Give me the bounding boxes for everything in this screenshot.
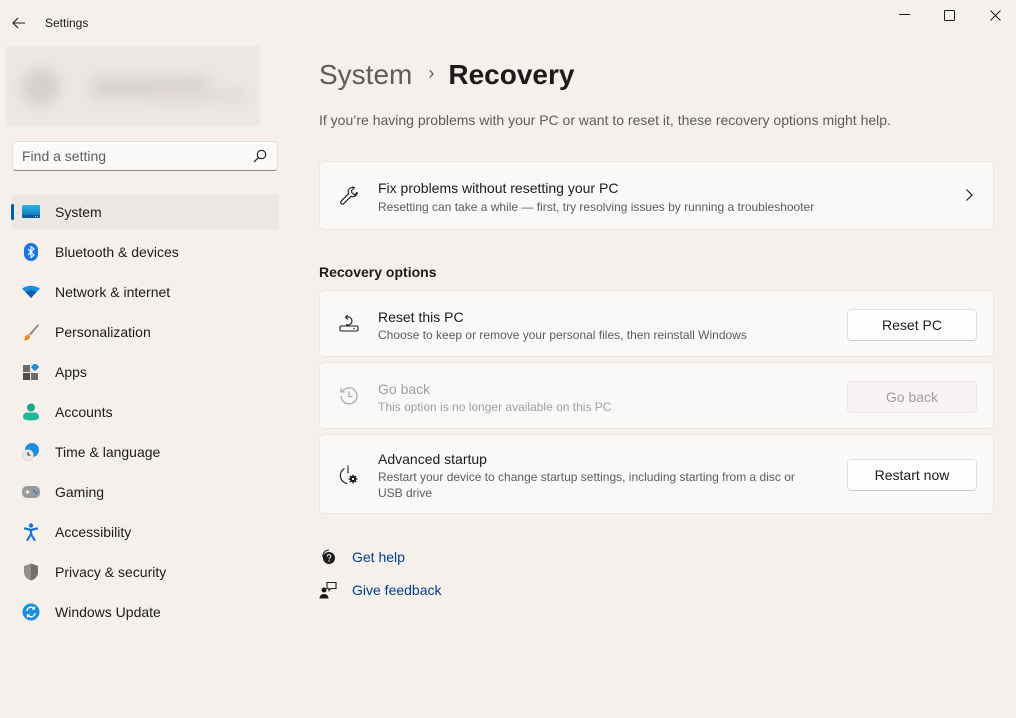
page-title: Recovery xyxy=(448,59,575,90)
back-button[interactable] xyxy=(8,10,30,36)
search-icon[interactable] xyxy=(253,149,267,163)
sidebar-item-label: Accessibility xyxy=(55,524,132,540)
sidebar-item-privacy-security[interactable]: Privacy & security xyxy=(11,554,279,590)
advanced-startup-card: Advanced startup Restart your device to … xyxy=(319,434,994,514)
sidebar-item-system[interactable]: System xyxy=(11,194,279,230)
sidebar-item-time-language[interactable]: Time & language xyxy=(11,434,279,470)
wifi-icon xyxy=(22,283,40,301)
sidebar-item-label: Accounts xyxy=(55,404,113,420)
give-feedback-link[interactable]: Give feedback xyxy=(319,579,442,601)
close-icon xyxy=(989,9,1001,21)
page-description: If you’re having problems with your PC o… xyxy=(319,112,891,128)
card-title: Fix problems without resetting your PC xyxy=(378,180,619,196)
sidebar-item-label: Bluetooth & devices xyxy=(55,244,179,260)
wrench-icon xyxy=(338,185,360,207)
give-feedback-icon xyxy=(319,581,337,599)
reset-pc-icon xyxy=(338,313,360,335)
sidebar-item-label: Apps xyxy=(55,364,87,380)
advanced-startup-icon xyxy=(338,464,360,486)
sidebar-item-windows-update[interactable]: Windows Update xyxy=(11,594,279,630)
history-icon xyxy=(338,385,360,407)
breadcrumb-chevron-icon: › xyxy=(428,62,435,83)
reset-pc-button[interactable]: Reset PC xyxy=(847,309,977,341)
card-description-line1: Restart your device to change startup se… xyxy=(378,470,795,484)
breadcrumb-parent[interactable]: System xyxy=(319,59,412,91)
account-icon xyxy=(22,403,40,421)
maximize-button[interactable] xyxy=(926,0,972,30)
apps-icon xyxy=(22,363,40,381)
search-box xyxy=(12,141,278,171)
get-help-link[interactable]: Get help xyxy=(319,546,405,568)
restart-now-button[interactable]: Restart now xyxy=(847,459,977,491)
sidebar-item-accounts[interactable]: Accounts xyxy=(11,394,279,430)
maximize-icon xyxy=(943,9,955,21)
breadcrumb: System › Recovery xyxy=(319,56,574,94)
sidebar-item-label: System xyxy=(55,204,102,220)
minimize-button[interactable] xyxy=(881,0,927,30)
fix-problems-card[interactable]: Fix problems without resetting your PC R… xyxy=(319,161,994,230)
give-feedback-text[interactable]: Give feedback xyxy=(352,582,442,598)
user-profile[interactable] xyxy=(6,46,260,126)
title-bar: Settings xyxy=(0,0,1016,40)
go-back-card: Go back This option is no longer availab… xyxy=(319,362,994,429)
sidebar-item-network[interactable]: Network & internet xyxy=(11,274,279,310)
bluetooth-icon xyxy=(22,243,40,261)
avatar xyxy=(22,68,60,106)
chevron-right-icon xyxy=(966,189,973,201)
sidebar-item-label: Windows Update xyxy=(55,604,161,620)
user-email-blurred xyxy=(156,90,246,102)
sidebar-item-apps[interactable]: Apps xyxy=(11,354,279,390)
go-back-button[interactable]: Go back xyxy=(847,381,977,413)
active-indicator xyxy=(11,204,14,220)
paintbrush-icon xyxy=(22,323,40,341)
close-button[interactable] xyxy=(972,0,1016,30)
card-title: Go back xyxy=(378,381,431,397)
card-description: This option is no longer available on th… xyxy=(378,400,612,414)
card-title: Reset this PC xyxy=(378,309,464,325)
sidebar-item-label: Gaming xyxy=(55,484,105,500)
get-help-icon xyxy=(319,548,337,566)
sidebar-item-personalization[interactable]: Personalization xyxy=(11,314,279,350)
minimize-icon xyxy=(898,14,910,15)
sidebar-item-accessibility[interactable]: Accessibility xyxy=(11,514,279,550)
app-title: Settings xyxy=(45,16,89,30)
section-heading: Recovery options xyxy=(319,264,437,280)
shield-icon xyxy=(22,563,40,581)
search-input[interactable] xyxy=(22,147,242,165)
accessibility-icon xyxy=(22,523,40,541)
sidebar-item-gaming[interactable]: Gaming xyxy=(11,474,279,510)
sidebar-item-label: Privacy & security xyxy=(55,564,167,580)
reset-pc-card: Reset this PC Choose to keep or remove y… xyxy=(319,290,994,357)
update-icon xyxy=(22,603,40,621)
sidebar-item-label: Personalization xyxy=(55,324,151,340)
sidebar-item-bluetooth[interactable]: Bluetooth & devices xyxy=(11,234,279,270)
card-description: Choose to keep or remove your personal f… xyxy=(378,328,747,342)
card-title: Advanced startup xyxy=(378,451,487,467)
sidebar-item-label: Time & language xyxy=(55,444,161,460)
get-help-text[interactable]: Get help xyxy=(352,549,405,565)
back-arrow-icon xyxy=(12,17,25,29)
clock-globe-icon xyxy=(22,443,40,461)
system-icon xyxy=(22,203,40,221)
card-description-line2: USB drive xyxy=(378,486,433,500)
sidebar-item-label: Network & internet xyxy=(55,284,171,300)
sidebar-nav: System Bluetooth & devices Network & int… xyxy=(11,194,279,634)
gamepad-icon xyxy=(22,483,40,501)
card-description: Resetting can take a while — first, try … xyxy=(378,200,815,214)
